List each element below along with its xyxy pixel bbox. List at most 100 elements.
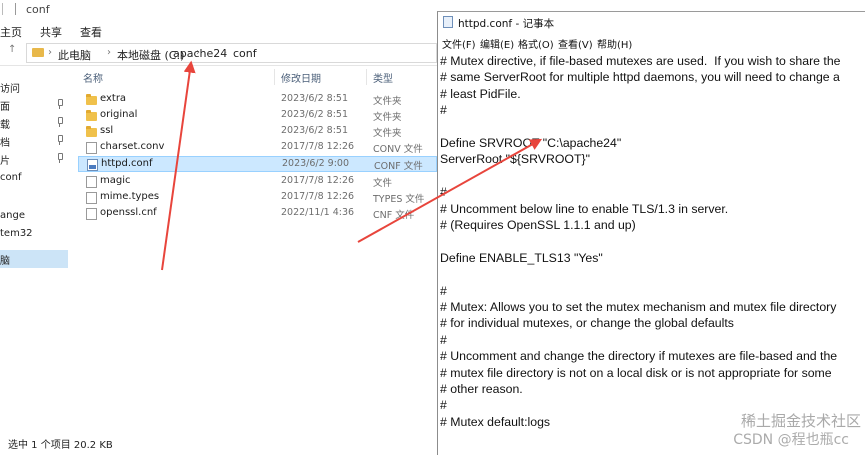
menu-bar: 文件(F) 编辑(E) 格式(O) 查看(V) 帮助(H) [438, 34, 865, 52]
nav-item-conf[interactable]: conf [0, 170, 68, 188]
nav-item-label: 脑 [0, 256, 10, 267]
nav-item-pictures[interactable]: 片 [0, 150, 68, 168]
up-arrow-icon[interactable]: ↑ [8, 44, 16, 55]
nav-item-label: 面 [0, 102, 10, 113]
text-line: ServerRoot "${SRVROOT}" [440, 152, 590, 167]
file-name: magic [100, 175, 131, 186]
file-date: 2023/6/2 8:51 [281, 125, 349, 136]
watermark-author: CSDN @程也瓶cc [733, 432, 849, 448]
text-line: # [440, 398, 447, 413]
menu-format[interactable]: 格式(O) [518, 36, 554, 51]
file-date: 2017/7/8 12:26 [281, 141, 355, 152]
title-divider [15, 3, 16, 15]
text-line: # mutex file directory is not on a local… [440, 365, 832, 380]
nav-item-label: 片 [0, 156, 10, 167]
nav-item-desktop[interactable]: 面 [0, 96, 68, 114]
address-box[interactable]: › 此电脑 › 本地磁盘 (C:) › apache24 › conf [26, 43, 437, 63]
file-type: TYPES 文件 [373, 194, 425, 205]
pin-icon [56, 99, 63, 109]
text-editor-area[interactable]: # Mutex directive, if file-based mutexes… [438, 52, 865, 455]
nav-item-this-pc[interactable]: 脑 [0, 250, 68, 268]
file-date: 2023/6/2 8:51 [281, 93, 349, 104]
nav-item-label: 载 [0, 120, 10, 131]
file-type: CNF 文件 [373, 210, 415, 221]
explorer-title-bar: conf [0, 0, 437, 20]
navigation-pane: 访问 面 载 档 片 conf ange tem32 脑 [0, 66, 68, 431]
breadcrumb-this-pc[interactable]: 此电脑 [58, 47, 91, 63]
folder-icon [86, 126, 97, 137]
file-row[interactable]: charset.conv 2017/7/8 12:26 CONV 文件 [78, 140, 437, 156]
file-row[interactable]: ssl 2023/6/2 8:51 文件夹 [78, 124, 437, 140]
notepad-icon [443, 16, 453, 28]
text-line: # [440, 332, 447, 347]
text-line: # Uncomment and change the directory if … [440, 349, 838, 364]
nav-item-system32[interactable]: tem32 [0, 226, 68, 244]
column-divider[interactable] [274, 69, 275, 85]
nav-item-documents[interactable]: 档 [0, 132, 68, 150]
nav-item-change[interactable]: ange [0, 208, 68, 226]
folder-icon [32, 48, 44, 57]
file-row[interactable]: mime.types 2017/7/8 12:26 TYPES 文件 [78, 190, 437, 206]
column-divider[interactable] [366, 69, 367, 85]
nav-item-quick-access[interactable]: 访问 [0, 78, 68, 96]
file-type: CONV 文件 [373, 144, 423, 155]
tab-view[interactable]: 查看 [80, 24, 102, 40]
pin-icon [56, 153, 63, 163]
file-row[interactable]: extra 2023/6/2 8:51 文件夹 [78, 92, 437, 108]
column-header-modified[interactable]: 修改日期 [281, 70, 321, 85]
notepad-title-bar: httpd.conf - 记事本 [438, 12, 865, 34]
breadcrumb-apache24[interactable]: apache24 [173, 47, 227, 60]
file-date: 2022/11/1 4:36 [281, 207, 355, 218]
folder-icon [86, 94, 97, 105]
file-type: 文件 [373, 178, 393, 189]
text-line: # [440, 283, 447, 298]
menu-file[interactable]: 文件(F) [442, 36, 476, 51]
file-date: 2023/6/2 9:00 [282, 158, 350, 169]
file-type: CONF 文件 [374, 161, 423, 172]
menu-view[interactable]: 查看(V) [558, 36, 593, 51]
file-explorer-window: conf 主页 共享 查看 ↑ › 此电脑 › 本地磁盘 (C:) › apac… [0, 0, 437, 455]
file-type: 文件夹 [373, 112, 402, 123]
file-name: mime.types [100, 191, 160, 202]
pin-icon [56, 117, 63, 127]
file-icon [86, 176, 97, 188]
breadcrumb-conf[interactable]: conf [233, 47, 257, 60]
address-bar: ↑ › 此电脑 › 本地磁盘 (C:) › apache24 › conf [0, 40, 437, 66]
explorer-title: conf [26, 3, 50, 16]
text-line: # Uncomment below line to enable TLS/1.3… [440, 201, 729, 216]
notepad-window: httpd.conf - 记事本 文件(F) 编辑(E) 格式(O) 查看(V)… [437, 11, 865, 455]
text-line: # other reason. [440, 382, 523, 396]
nav-item-downloads[interactable]: 载 [0, 114, 68, 132]
file-name: httpd.conf [101, 158, 153, 169]
file-name: charset.conv [100, 141, 165, 152]
file-date: 2017/7/8 12:26 [281, 175, 355, 186]
text-line: Define ENABLE_TLS13 "Yes" [440, 250, 603, 265]
window-icon [2, 3, 12, 15]
watermark-text: 稀土掘金技术社区 [740, 412, 861, 430]
file-type: 文件夹 [373, 96, 402, 107]
notepad-title: httpd.conf - 记事本 [458, 18, 555, 30]
text-line: # Mutex default:logs [440, 414, 551, 429]
text-line: # Mutex: Allows you to set the mutex mec… [440, 300, 837, 314]
menu-edit[interactable]: 编辑(E) [480, 36, 514, 51]
tab-home[interactable]: 主页 [0, 24, 22, 40]
column-header-name[interactable]: 名称 [83, 70, 103, 85]
file-row[interactable]: openssl.cnf 2022/11/1 4:36 CNF 文件 [78, 206, 437, 222]
file-row[interactable]: original 2023/6/2 8:51 文件夹 [78, 108, 437, 124]
chevron-right-icon: › [223, 47, 227, 58]
menu-help[interactable]: 帮助(H) [597, 36, 632, 51]
nav-item-label: 档 [0, 138, 10, 149]
file-name: extra [100, 93, 127, 104]
file-row-selected[interactable]: httpd.conf 2023/6/2 9:00 CONF 文件 [78, 156, 437, 172]
ribbon-tabs: 主页 共享 查看 [0, 20, 437, 42]
conf-file-icon [87, 159, 98, 171]
file-list: 名称 修改日期 类型 extra 2023/6/2 8:51 文件夹 origi… [78, 66, 437, 431]
chevron-right-icon: › [107, 47, 111, 58]
file-name: openssl.cnf [100, 207, 157, 218]
file-row[interactable]: magic 2017/7/8 12:26 文件 [78, 174, 437, 190]
text-line: # (Requires OpenSSL 1.1.1 and up) [440, 218, 636, 232]
chevron-right-icon: › [48, 47, 52, 58]
column-header-type[interactable]: 类型 [373, 70, 393, 85]
tab-share[interactable]: 共享 [40, 24, 62, 40]
file-icon [86, 192, 97, 204]
